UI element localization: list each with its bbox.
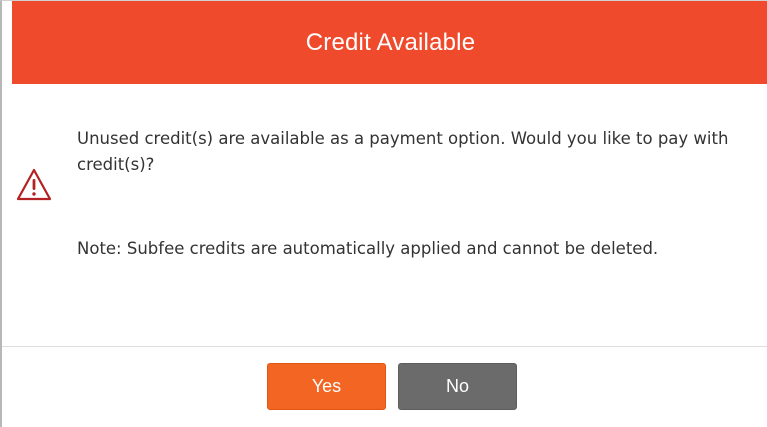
dialog-message: Unused credit(s) are available as a paym… <box>77 129 729 174</box>
warning-triangle-icon <box>16 168 52 202</box>
dialog-header: Credit Available <box>12 1 767 84</box>
dialog-note: Note: Subfee credits are automatically a… <box>77 239 659 258</box>
credit-available-dialog: Credit Available Unused credit(s) are av… <box>0 0 767 427</box>
dialog-footer: Yes No <box>2 347 767 427</box>
no-button[interactable]: No <box>398 363 517 410</box>
yes-button[interactable]: Yes <box>267 363 386 410</box>
dialog-title: Credit Available <box>305 28 476 56</box>
dialog-body: Unused credit(s) are available as a paym… <box>2 84 767 346</box>
